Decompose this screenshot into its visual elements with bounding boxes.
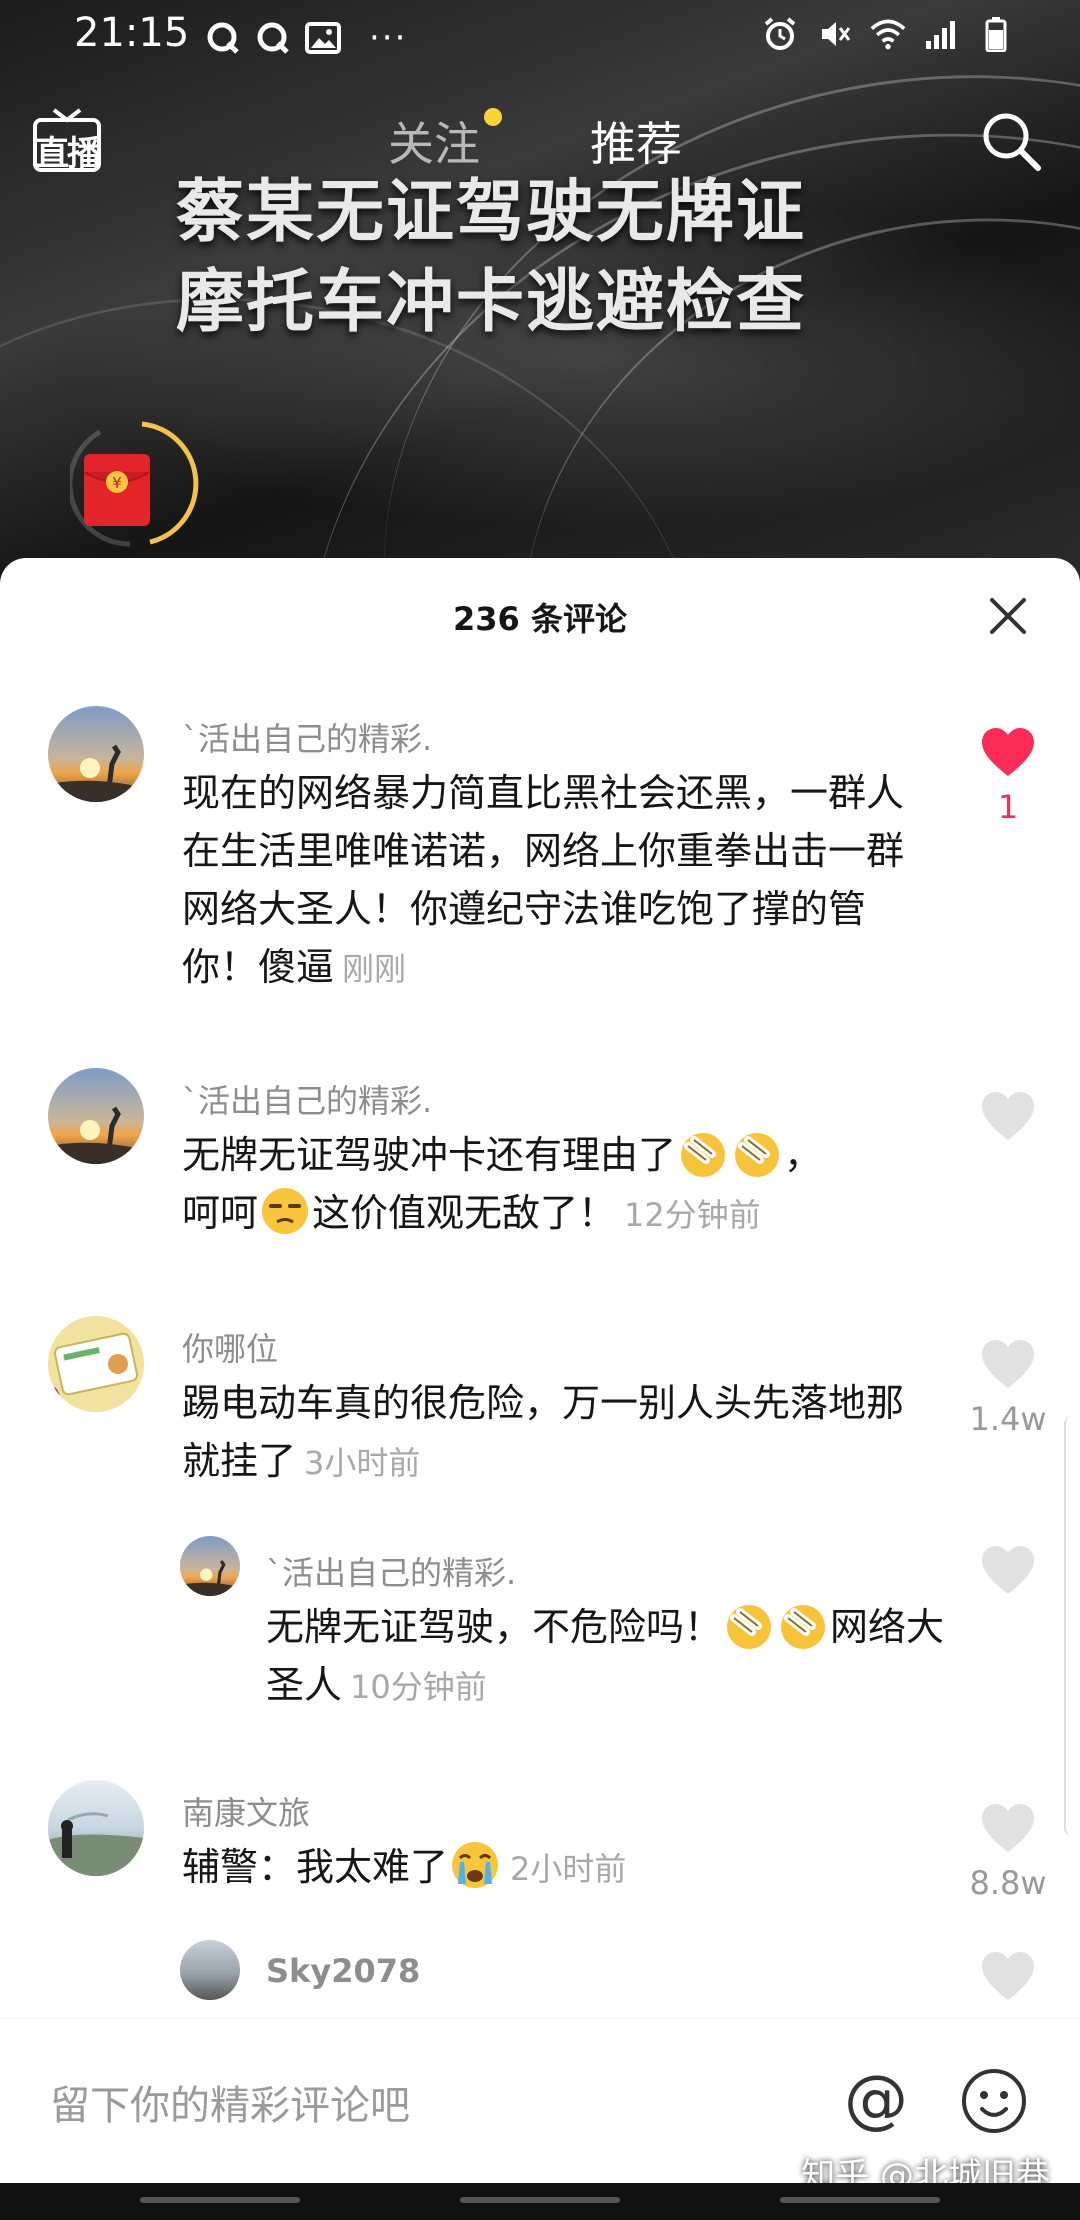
mention-button[interactable]: @	[840, 2063, 912, 2137]
tab-recommend-label: 推荐	[590, 117, 682, 171]
gallery-icon	[305, 20, 341, 56]
new-content-dot	[484, 108, 502, 126]
comment-body-part: ，	[784, 1133, 823, 1177]
tab-follow-label: 关注	[388, 117, 480, 171]
tab-recommend[interactable]: 推荐	[590, 108, 682, 174]
comment-body: 踢电动车真的很危险，万一别人头先落地那就挂了	[182, 1381, 905, 1483]
redpacket-symbol: ¥	[112, 474, 122, 492]
comment-username[interactable]: `活出自己的精彩.	[266, 1548, 516, 1594]
like-button[interactable]	[968, 1544, 1048, 1606]
comments-sheet: 236 条评论 `活出自己的精彩. 现在的网络暴力简直比黑社会还黑，一群人在生活…	[0, 558, 1080, 2128]
crying-emoji	[452, 1842, 499, 1888]
scrollbar[interactable]	[1064, 1416, 1080, 1836]
clapping-emoji	[735, 1133, 780, 1177]
comment-body: 辅警：我太难了	[182, 1845, 449, 1889]
like-count: 8.8w	[969, 1864, 1047, 1902]
at-symbol: @	[844, 2065, 908, 2137]
comment-body: 现在的网络暴力简直比黑社会还黑，一群人在生活里唯唯诺诺，网络上你重拳出击一群网络…	[182, 771, 905, 989]
comment-username[interactable]: Sky2078	[266, 1952, 420, 1990]
comment-body-part: 这价值观无敌了！	[312, 1191, 617, 1235]
heart-icon	[982, 728, 1034, 776]
alarm-icon	[762, 16, 798, 52]
comment-text: 踢电动车真的很危险，万一别人头先落地那就挂了 3小时前	[182, 1374, 922, 1492]
heart-icon	[982, 1952, 1034, 2000]
more-notifications: ···	[369, 18, 408, 58]
video-background[interactable]: 蔡某无证驾驶无牌证 摩托车冲卡逃避检查 ¥	[0, 0, 1080, 600]
system-nav-bar	[0, 2183, 1080, 2220]
like-button[interactable]: 1	[968, 726, 1048, 826]
close-icon	[990, 598, 1026, 634]
like-count: 1	[997, 788, 1019, 826]
heart-icon	[982, 1546, 1034, 1594]
unamused-emoji	[262, 1188, 309, 1234]
comment-time: 12分钟前	[624, 1196, 761, 1234]
comment-body-part: 呵呵	[182, 1191, 259, 1235]
clapping-emoji	[727, 1605, 772, 1649]
comment-time: 刚刚	[342, 950, 407, 988]
nav-home-indicator[interactable]	[460, 2197, 620, 2203]
wifi-icon	[870, 16, 906, 52]
app-q-icon-2	[255, 20, 291, 56]
at-icon: @	[844, 2063, 908, 2137]
search-icon	[983, 113, 1041, 171]
comment-username[interactable]: `活出自己的精彩.	[182, 1076, 432, 1122]
tab-follow[interactable]: 关注	[388, 108, 502, 174]
avatar[interactable]	[180, 1536, 240, 1596]
like-button[interactable]: 8.8w	[968, 1802, 1048, 1902]
comment-body-part: 无牌无证驾驶，不危险吗！	[266, 1605, 723, 1649]
clapping-emoji	[681, 1133, 726, 1177]
like-count: 1.4w	[969, 1400, 1047, 1438]
like-button[interactable]	[968, 1090, 1048, 1152]
comment-time: 10分钟前	[350, 1668, 487, 1706]
nav-back-indicator[interactable]	[140, 2197, 300, 2203]
comment-username[interactable]: `活出自己的精彩.	[182, 714, 432, 760]
headline-line-1: 蔡某无证驾驶无牌证	[176, 173, 807, 252]
heart-icon	[982, 1804, 1034, 1852]
video-headline: 蔡某无证驾驶无牌证 摩托车冲卡逃避检查	[176, 168, 936, 348]
comment-body-part: 无牌无证驾驶冲卡还有理由了	[182, 1133, 677, 1177]
status-time: 21:15	[74, 10, 190, 56]
comment-username[interactable]: 你哪位	[182, 1324, 278, 1370]
emoji-button[interactable]	[958, 2065, 1030, 2137]
clapping-emoji	[781, 1605, 826, 1649]
avatar[interactable]	[48, 1316, 144, 1412]
nav-recent-indicator[interactable]	[780, 2197, 940, 2203]
red-packet-icon: ¥	[67, 421, 199, 547]
red-packet-button[interactable]: ¥	[67, 420, 200, 550]
comment-time: 2小时前	[510, 1850, 627, 1888]
mute-icon	[816, 16, 852, 52]
comment-username[interactable]: 南康文旅	[182, 1788, 310, 1834]
live-button[interactable]: 直播	[32, 106, 102, 174]
signal-icon	[924, 16, 960, 52]
heart-icon	[982, 1340, 1034, 1388]
like-button[interactable]: 1.4w	[968, 1338, 1048, 1438]
comment-text: 无牌无证驾驶冲卡还有理由了 ， 呵呵 这价值观无敌了！ 12分钟前	[182, 1126, 922, 1244]
emoji-icon	[962, 2069, 1026, 2133]
headline-line-2: 摩托车冲卡逃避检查	[176, 263, 807, 342]
battery-icon	[978, 16, 1014, 52]
comment-time: 3小时前	[304, 1444, 421, 1482]
avatar[interactable]	[180, 1940, 240, 2000]
comments-count-title: 236 条评论	[453, 600, 627, 638]
comment-input[interactable]: 留下你的精彩评论吧	[50, 2073, 410, 2131]
live-label: 直播	[35, 134, 101, 174]
comment-text: 辅警：我太难了 2小时前	[182, 1838, 922, 1898]
avatar[interactable]	[48, 706, 144, 802]
top-navigation: 直播 关注 推荐	[0, 100, 1080, 180]
status-bar: 21:15 ···	[0, 0, 1080, 75]
app-q-icon	[205, 20, 241, 56]
avatar[interactable]	[48, 1068, 144, 1164]
comment-text: 无牌无证驾驶，不危险吗！ 网络大圣人 10分钟前	[266, 1598, 946, 1716]
comment-text: 现在的网络暴力简直比黑社会还黑，一群人在生活里唯唯诺诺，网络上你重拳出击一群网络…	[182, 764, 922, 998]
search-button[interactable]	[976, 106, 1046, 176]
close-button[interactable]	[984, 592, 1032, 640]
heart-icon	[982, 1092, 1034, 1140]
avatar[interactable]	[48, 1780, 144, 1876]
